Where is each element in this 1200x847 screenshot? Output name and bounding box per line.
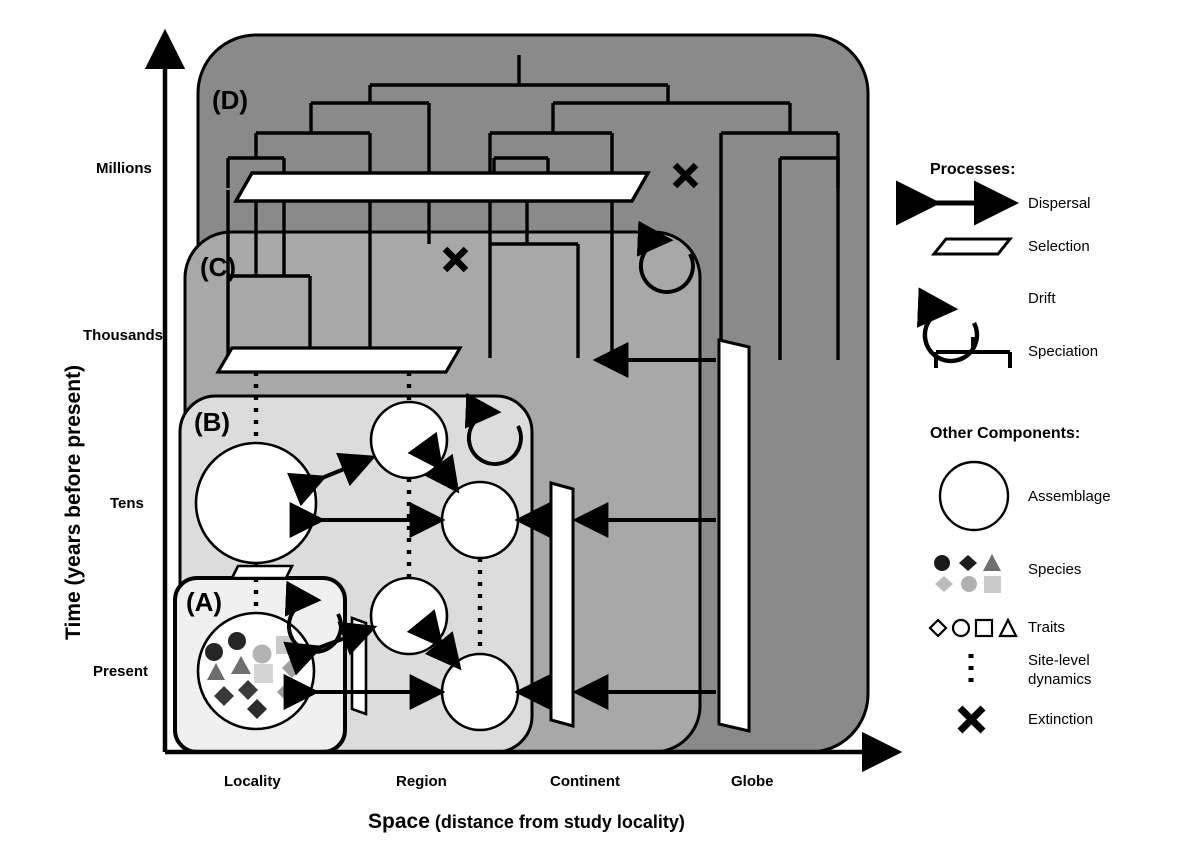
assemblage-circle-icon-legend (938, 460, 1010, 532)
assemblage-region-mid (440, 480, 520, 560)
x-tick-locality: Locality (224, 773, 281, 790)
legend-label-site-level-dynamics: Site-level dynamics (1028, 652, 1092, 688)
legend-label-selection: Selection (1028, 238, 1090, 255)
x-axis-title-bold: Space (368, 810, 430, 833)
x-axis-title: Space (distance from study locality) (368, 810, 685, 834)
legend-label-species: Species (1028, 561, 1082, 578)
y-tick-thousands: Thousands (83, 327, 164, 344)
extinction-x-icon-legend (957, 705, 986, 734)
assemblage-region-present-upper (369, 576, 449, 656)
speciation-bracket-icon-legend (934, 337, 1012, 368)
legend-label-traits: Traits (1028, 619, 1065, 636)
legend-processes-title: Processes: (930, 161, 1016, 178)
y-tick-millions: Millions (96, 160, 152, 177)
traits-outline-shapes-icon-legend (928, 617, 1018, 638)
selection-parallelogram-continent (549, 481, 575, 728)
y-tick-present: Present (93, 663, 149, 680)
selection-parallelogram-D (233, 171, 651, 203)
selection-parallelogram-globe (717, 338, 751, 733)
legend-label-drift: Drift (1028, 290, 1056, 307)
panel-label-A: (A) (186, 587, 223, 617)
assemblage-region-present-lower (440, 652, 520, 732)
panel-label-C: (C) (200, 252, 237, 282)
legend-glyphs (896, 180, 1020, 734)
selection-parallelogram-C (215, 346, 463, 374)
y-tick-tens: Tens (110, 495, 144, 512)
x-tick-region: Region (396, 773, 447, 790)
legend-label-assemblage: Assemblage (1028, 488, 1111, 505)
diagram-svg (144, 28, 1020, 773)
legend-label-dispersal: Dispersal (1028, 195, 1091, 212)
assemblage-region-upper (369, 400, 449, 480)
x-tick-globe: Globe (731, 773, 774, 790)
diagram-canvas: Time (years before present) Millions Tho… (0, 0, 1200, 847)
panel-label-B: (B) (194, 407, 231, 437)
selection-parallelogram-B (229, 564, 295, 580)
x-tick-continent: Continent (550, 773, 620, 790)
y-axis-title: Time (years before present) (62, 364, 85, 640)
species-shapes-icon-legend (934, 554, 1001, 593)
legend-components-title: Other Components: (930, 425, 1081, 442)
selection-parallelogram-icon-legend (930, 237, 1014, 256)
panel-label-D: (D) (212, 85, 249, 115)
x-axis-title-rest: (distance from study locality) (429, 812, 685, 832)
assemblage-locality-tens (194, 441, 318, 565)
legend-label-speciation: Speciation (1028, 343, 1099, 360)
legend-label-extinction: Extinction (1028, 711, 1094, 728)
